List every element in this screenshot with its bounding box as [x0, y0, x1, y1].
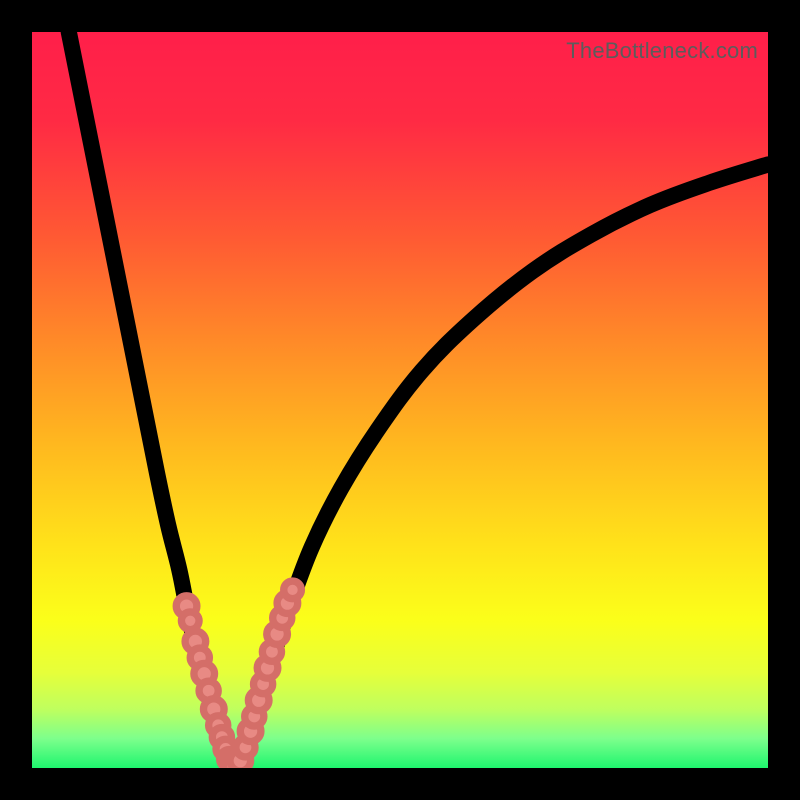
highlight-marker — [284, 581, 302, 599]
plot-area: TheBottleneck.com — [32, 32, 768, 768]
chart-frame: TheBottleneck.com — [0, 0, 800, 800]
highlight-marker — [181, 612, 199, 630]
markers-group — [176, 581, 301, 768]
curve-right-branch — [238, 164, 768, 764]
watermark-label: TheBottleneck.com — [566, 38, 758, 64]
bottleneck-curve — [32, 32, 768, 768]
